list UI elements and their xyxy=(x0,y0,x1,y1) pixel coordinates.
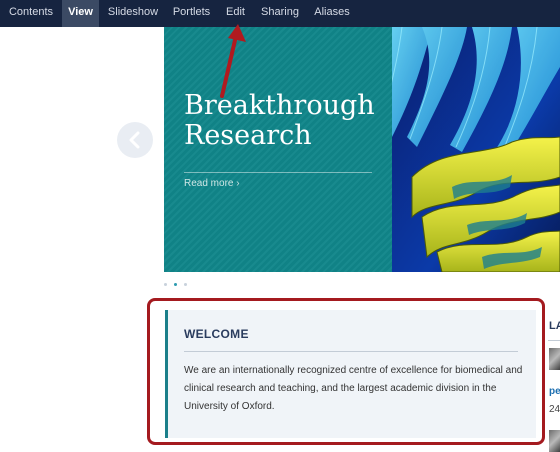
top-toolbar: Contents View Slideshow Portlets Edit Sh… xyxy=(0,0,560,27)
news-link[interactable]: pe xyxy=(549,386,560,397)
news-thumbnail[interactable] xyxy=(549,430,560,452)
right-column-heading: LA xyxy=(549,320,560,332)
slide-image xyxy=(392,27,560,272)
tab-view[interactable]: View xyxy=(62,0,99,27)
tab-slideshow[interactable]: Slideshow xyxy=(99,0,167,27)
chevron-left-icon xyxy=(129,131,140,149)
tab-sharing[interactable]: Sharing xyxy=(254,0,306,27)
annotation-arrow-icon xyxy=(220,24,246,98)
welcome-box: WELCOME We are an internationally recogn… xyxy=(165,310,536,438)
carousel-slide-panel: Breakthrough Research Read more › xyxy=(164,27,392,272)
carousel-dot-1[interactable] xyxy=(164,283,167,286)
right-column-fragment: LA pe 24 xyxy=(548,318,560,452)
news-thumbnail[interactable] xyxy=(549,348,560,370)
tab-contents[interactable]: Contents xyxy=(0,0,62,27)
read-more-link[interactable]: Read more › xyxy=(184,178,240,189)
research-image xyxy=(392,27,560,272)
slide-title-line-2: Research xyxy=(184,120,312,151)
tab-aliases[interactable]: Aliases xyxy=(307,0,357,27)
welcome-body: We are an internationally recognized cen… xyxy=(184,365,523,412)
carousel-dot-2[interactable] xyxy=(174,283,177,286)
right-column-divider xyxy=(548,340,560,341)
tab-portlets[interactable]: Portlets xyxy=(167,0,216,27)
carousel-prev-button[interactable] xyxy=(117,122,153,158)
slide-divider xyxy=(184,172,372,173)
news-date: 24 xyxy=(549,404,560,415)
welcome-divider xyxy=(184,351,518,352)
carousel-dot-3[interactable] xyxy=(184,283,187,286)
welcome-title: WELCOME xyxy=(184,327,249,341)
